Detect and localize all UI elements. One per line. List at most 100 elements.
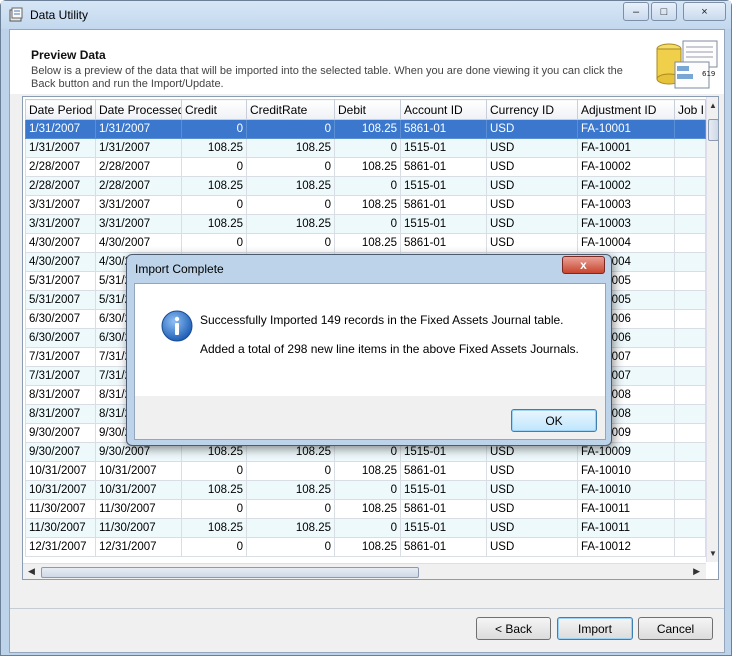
table-cell [674,157,706,177]
table-cell: 108.25 [181,138,247,158]
table-cell: 10/31/2007 [95,461,182,481]
column-header[interactable]: Debit [334,99,401,120]
table-row[interactable]: 10/31/2007 10/31/2007 108.25 108.25 0 1515-01… [25,480,706,500]
column-header[interactable]: Account ID [400,99,487,120]
table-cell: 0 [246,537,335,557]
table-row[interactable]: 3/31/2007 3/31/2007 108.25 108.25 0 1515-01 US… [25,214,706,234]
table-cell: 1/31/2007 [95,138,182,158]
cancel-button[interactable]: Cancel [638,617,713,640]
table-cell: USD [486,480,578,500]
table-cell: 108.25 [246,176,335,196]
table-cell [674,404,706,424]
scroll-up-icon[interactable]: ▲ [709,101,717,110]
table-row[interactable]: 1/31/2007 1/31/2007 0 0 108.25 5861-01 USD FA-1… [25,119,706,139]
table-cell: USD [486,214,578,234]
table-cell: FA-10012 [577,537,675,557]
table-cell: 0 [181,537,247,557]
table-cell: 7/31/2007 [25,366,96,386]
table-cell [674,290,706,310]
close-icon: x [580,258,587,272]
dialog-message-records: Successfully Imported 149 records in the… [200,313,564,327]
table-cell: 2/28/2007 [25,176,96,196]
table-cell: 5/31/2007 [25,271,96,291]
table-row[interactable]: 2/28/2007 2/28/2007 108.25 108.25 0 1515-01 US… [25,176,706,196]
table-cell: 1/31/2007 [25,138,96,158]
table-cell: USD [486,499,578,519]
table-cell: 3/31/2007 [25,195,96,215]
table-cell: 1515-01 [400,176,487,196]
table-cell: FA-10003 [577,195,675,215]
table-cell: 2/28/2007 [95,157,182,177]
table-cell: 8/31/2007 [25,385,96,405]
scroll-down-icon[interactable]: ▼ [709,549,717,558]
table-cell: 1/31/2007 [25,119,96,139]
column-header[interactable]: Currency ID [486,99,578,120]
column-header[interactable]: CreditRate [246,99,335,120]
table-cell: 0 [334,138,401,158]
table-cell: 108.25 [334,461,401,481]
table-cell: 5861-01 [400,233,487,253]
table-cell: USD [486,537,578,557]
table-cell: 10/31/2007 [95,480,182,500]
table-cell [674,442,706,462]
table-row[interactable]: 1/31/2007 1/31/2007 108.25 108.25 0 1515-01 US… [25,138,706,158]
table-cell: 5861-01 [400,537,487,557]
table-cell: 0 [181,499,247,519]
table-cell: 2/28/2007 [25,157,96,177]
table-cell: 11/30/2007 [25,518,96,538]
column-header[interactable]: Date Processed [95,99,182,120]
table-cell [674,423,706,443]
table-cell: 5861-01 [400,195,487,215]
title-bar[interactable]: Data Utility – □ × [1,1,731,29]
scroll-right-icon[interactable]: ▶ [693,566,700,577]
import-complete-dialog: Import Complete x Successfully Imported … [126,254,612,446]
table-row[interactable]: 3/31/2007 3/31/2007 0 0 108.25 5861-01 USD FA-1… [25,195,706,215]
maximize-icon: □ [660,5,668,18]
table-cell: 11/30/2007 [25,499,96,519]
close-button[interactable]: × [683,2,726,21]
table-cell: 0 [181,233,247,253]
table-cell: 1515-01 [400,480,487,500]
table-cell [674,119,706,139]
table-cell: 4/30/2007 [95,233,182,253]
table-cell [674,537,706,557]
table-cell: 108.25 [181,480,247,500]
horizontal-scroll-thumb[interactable] [41,567,419,578]
ok-button[interactable]: OK [511,409,597,432]
scroll-left-icon[interactable]: ◀ [28,566,35,577]
vertical-scroll-thumb[interactable] [708,119,718,141]
table-cell: 0 [246,195,335,215]
table-cell: USD [486,176,578,196]
horizontal-scrollbar[interactable]: ◀ ▶ [23,563,706,579]
minimize-button[interactable]: – [623,2,649,21]
column-header[interactable]: Date Period [25,99,96,120]
maximize-button[interactable]: □ [651,2,677,21]
table-cell: 3/31/2007 [25,214,96,234]
back-button[interactable]: < Back [476,617,551,640]
minimize-icon: – [632,5,640,18]
table-row[interactable]: 4/30/2007 4/30/2007 0 0 108.25 5861-01 USD FA-1… [25,233,706,253]
table-cell: 108.25 [334,195,401,215]
table-cell: FA-10002 [577,176,675,196]
table-cell [674,176,706,196]
table-row[interactable]: 11/30/2007 11/30/2007 108.25 108.25 0 1515-01… [25,518,706,538]
table-cell: 3/31/2007 [95,195,182,215]
table-cell: 5861-01 [400,119,487,139]
table-row[interactable]: 2/28/2007 2/28/2007 0 0 108.25 5861-01 USD FA-1… [25,157,706,177]
column-header[interactable]: Adjustment ID [577,99,675,120]
page-title: Preview Data [31,48,106,62]
table-cell: 12/31/2007 [25,537,96,557]
table-cell: 0 [181,195,247,215]
table-row[interactable]: 11/30/2007 11/30/2007 0 0 108.25 5861-01 USD FA… [25,499,706,519]
table-cell: 9/30/2007 [25,423,96,443]
table-header-row: Date Period Date Processed Credit CreditRat… [25,99,706,120]
table-cell: 1515-01 [400,518,487,538]
table-row[interactable]: 12/31/2007 12/31/2007 0 0 108.25 5861-01 USD FA… [25,537,706,557]
column-header[interactable]: Job I [674,99,706,120]
table-row[interactable]: 10/31/2007 10/31/2007 0 0 108.25 5861-01 USD FA… [25,461,706,481]
vertical-scrollbar[interactable]: ▲ ▼ [706,97,718,562]
import-button[interactable]: Import [557,617,633,640]
column-header[interactable]: Credit [181,99,247,120]
table-cell: 0 [181,119,247,139]
dialog-close-button[interactable]: x [562,256,605,274]
